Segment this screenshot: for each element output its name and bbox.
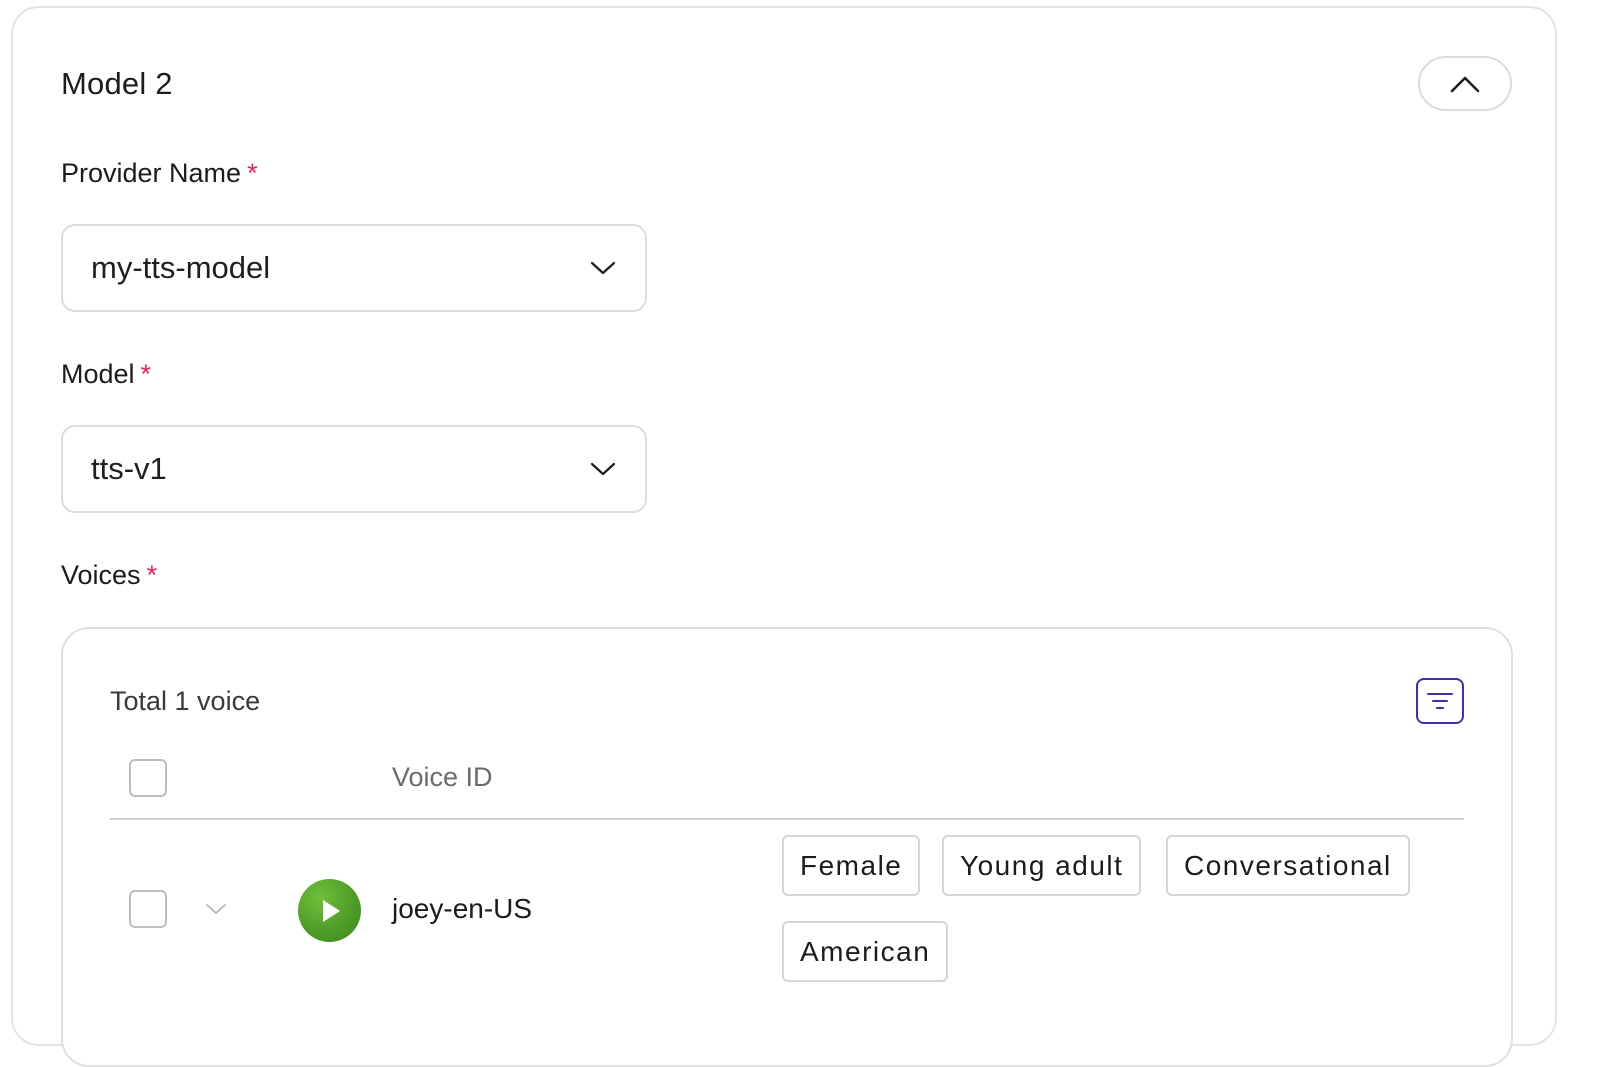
- provider-name-label: Provider Name *: [61, 158, 258, 188]
- provider-name-select[interactable]: my-tts-model: [61, 224, 647, 312]
- row-expand-toggle[interactable]: [204, 897, 228, 921]
- voice-tag: Conversational: [1166, 835, 1410, 896]
- voice-tag: American: [782, 921, 949, 982]
- model-card: Model 2 Provider Name * my-tts-model Mode…: [11, 6, 1557, 1067]
- filter-icon: [1427, 693, 1453, 709]
- chevron-down-icon: [589, 254, 617, 282]
- voice-tag: Female: [782, 835, 921, 896]
- collapse-button[interactable]: [1418, 56, 1512, 111]
- model-label: Model *: [61, 359, 152, 389]
- chevron-up-icon: [1450, 76, 1480, 92]
- voice-id: joey-en-US: [392, 893, 533, 924]
- required-asterisk: *: [146, 560, 158, 590]
- chevron-down-icon: [206, 904, 226, 914]
- voices-panel: Total 1 voice Voice ID joey-en-US Female…: [61, 627, 1513, 1067]
- voice-tag: Young adult: [942, 835, 1142, 896]
- play-voice-button[interactable]: [298, 879, 361, 942]
- column-header-voice-id: Voice ID: [392, 762, 493, 792]
- chevron-down-icon: [589, 455, 617, 483]
- select-all-checkbox[interactable]: [129, 759, 167, 797]
- required-asterisk: *: [247, 158, 258, 188]
- provider-name-value: my-tts-model: [91, 250, 271, 285]
- filter-button[interactable]: [1416, 678, 1464, 724]
- play-icon: [322, 899, 340, 922]
- row-checkbox[interactable]: [129, 890, 167, 928]
- model-value: tts-v1: [91, 451, 167, 486]
- table-header-divider: [110, 818, 1464, 820]
- total-voices-count: Total 1 voice: [110, 686, 261, 716]
- required-asterisk: *: [140, 359, 152, 389]
- model-select[interactable]: tts-v1: [61, 425, 647, 513]
- card-title: Model 2: [61, 66, 173, 101]
- voices-label: Voices *: [61, 560, 158, 590]
